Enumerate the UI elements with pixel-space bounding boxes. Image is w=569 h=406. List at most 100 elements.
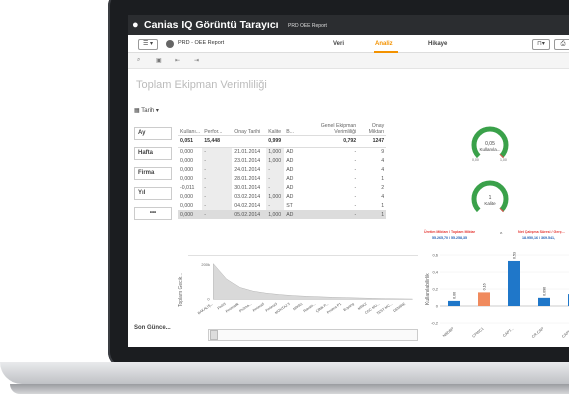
bar-header-right-label: Net Çalışma Süresi / Gerç... [518, 230, 565, 234]
column-header[interactable]: Perfor... [202, 107, 233, 136]
bar-value-label: 0,16 [483, 283, 487, 290]
totals-cell [232, 135, 267, 148]
selections-tool-icon[interactable]: ▣ [156, 57, 162, 64]
title-bar: ● Canias IQ Görüntü Tarayıcı PRD OEE Rep… [128, 15, 569, 35]
totals-cell: 0,792 [300, 135, 359, 148]
table-row[interactable]: 0,000-05.02.2014 1,000 AD -1 [178, 210, 387, 219]
table-cell: - [202, 165, 233, 174]
bar-ytick-label: 0,2 [432, 287, 438, 292]
table-cell: 30.01.2014 [234, 184, 261, 191]
mini-category-label: Ravalo... [303, 302, 317, 313]
smart-search-icon[interactable]: ⌕ [137, 57, 140, 64]
table-row[interactable]: 0,000-03.02.2014 1,000 AD -4 [178, 192, 386, 201]
delay-area-chart: 200k0BAKALİŞ... Pnöt3PnömatikPnöma... Pnöm… [188, 255, 418, 316]
tab-hikaye[interactable]: Hikaye [428, 41, 447, 47]
app-name: PRD - OEE Report [178, 40, 225, 46]
column-header[interactable]: Onay Miktarı [358, 107, 387, 136]
column-header[interactable]: Kullanı... [178, 107, 203, 136]
selection-toolbar: ⌕ ▣ ⇤ ⇥ [128, 53, 569, 69]
filter-yil[interactable]: Yıl [134, 187, 172, 200]
table-cell: - [202, 192, 233, 201]
mini-category-label: Pnöma P1 [326, 302, 342, 315]
mini-chart-ylabel: Toplam Gecik... [178, 272, 184, 307]
table-cell: 04.02.2014 [234, 202, 261, 209]
table-cell: 0,000 [180, 166, 193, 173]
gauge-max-label: 1,00 [500, 158, 507, 162]
app-screen: ● Canias IQ Görüntü Tarayıcı PRD OEE Rep… [128, 15, 569, 347]
bar-ytick-label: 0,4 [432, 270, 438, 275]
column-header[interactable]: B... [284, 107, 301, 136]
apple-icon: ● [132, 19, 139, 31]
filter-header[interactable]: ▦ Tarih ▾ [134, 107, 159, 114]
tab-analiz[interactable]: Analiz [375, 41, 393, 47]
bar-category-label: CR.CAP [531, 326, 545, 339]
filter-ay[interactable]: Ay [134, 127, 172, 140]
table-cell: 1 [381, 175, 385, 182]
hamburger-menu-button[interactable]: ☰ ▾ [138, 39, 158, 50]
table-cell: AD [286, 148, 294, 155]
table-cell: 1 [358, 210, 387, 219]
bar-header-right-value: 18.950,16 / 369.541, [522, 236, 555, 240]
table-row[interactable]: 0,000-21.01.2014 1,000 AD -9 [178, 147, 386, 156]
top-toolbar: ☰ ▾ PRD - OEE Report Veri Analiz Hikaye … [128, 35, 569, 53]
bar[interactable] [508, 260, 520, 306]
chart-scrollbar[interactable] [208, 329, 418, 341]
bar-header-left-label: Üretim Miktarı / Toplam Miktar [424, 229, 476, 234]
table-cell: - [266, 174, 285, 183]
table-cell: 03.02.2014 [234, 193, 261, 200]
laptop-base [0, 362, 569, 384]
totals-cell [284, 135, 301, 148]
bar[interactable] [448, 300, 460, 306]
table-cell: 4 [381, 166, 385, 173]
bar-category-label: CPWC1 [472, 327, 485, 339]
gauge-end-marker [499, 153, 504, 159]
step-forward-icon[interactable]: ⇥ [194, 57, 199, 64]
collapse-icon[interactable]: ^ [500, 232, 503, 238]
bar-ytick-label: -0,2 [431, 321, 439, 326]
filter-more-button[interactable]: ••• [134, 207, 172, 220]
column-header[interactable]: Kalite [266, 107, 285, 136]
table-cell: 9 [381, 148, 385, 155]
table-cell: - [354, 157, 357, 164]
bar-chart-ylabel: Kullanılabilirlik [425, 273, 431, 305]
bar-value-label: 0,06 [453, 292, 457, 299]
share-button[interactable]: ⎙ [554, 39, 569, 50]
app-title: Canias IQ Görüntü Tarayıcı [144, 19, 279, 31]
tab-veri[interactable]: Veri [333, 41, 344, 47]
table-row[interactable]: 0,000-28.01.2014- AD -1 [178, 174, 386, 183]
window-title: PRD OEE Report [288, 23, 327, 29]
bookmark-button[interactable]: ⊓▾ [532, 39, 550, 50]
table-cell: 0,000 [180, 193, 193, 200]
table-cell: - [202, 147, 233, 156]
mini-category-label: DEMİRE [392, 301, 407, 313]
table-cell: 1,000 [266, 210, 285, 219]
table-row[interactable]: 0,000-04.02.2014- ST -1 [178, 201, 386, 210]
chart-scroll-handle[interactable] [210, 330, 218, 340]
table-cell: 21.01.2014 [234, 148, 261, 155]
filter-hafta[interactable]: Hafta [134, 147, 172, 160]
column-header[interactable]: Genel Ekipman Verimliliği [300, 107, 359, 136]
table-cell: - [266, 165, 285, 174]
table-cell: 1,000 [266, 147, 285, 156]
step-back-icon[interactable]: ⇤ [175, 57, 180, 64]
table-row[interactable]: 0,000-23.01.2014 1,000 AD -4 [178, 156, 386, 165]
bar-ytick-label: 0,6 [432, 253, 438, 258]
table-row[interactable]: 0,000-24.01.2014- AD -4 [178, 165, 386, 174]
table-cell: - [300, 210, 359, 219]
table-cell: ST [286, 202, 293, 209]
column-header[interactable]: Onay Tarihi [232, 107, 267, 136]
bar-category-label: CAPT... [502, 327, 514, 338]
table-row[interactable]: -0,011-30.01.2014- AD -2 [178, 183, 386, 192]
table-cell: AD [286, 175, 294, 182]
mini-category-label: BAKALİŞ... [196, 301, 213, 315]
bar-header-left-value: 55.265,70 / 55.258,35 [432, 236, 467, 240]
table-cell: 24.01.2014 [234, 166, 261, 173]
table-cell: AD [286, 157, 294, 164]
gauge-label: Kalite [484, 201, 496, 206]
table-cell: - [354, 184, 357, 191]
table-cell: 05.02.2014 [232, 210, 267, 219]
table-cell: - [354, 166, 357, 173]
bar[interactable] [538, 297, 550, 306]
bar[interactable] [478, 292, 490, 306]
filter-firma[interactable]: Firma [134, 167, 172, 180]
